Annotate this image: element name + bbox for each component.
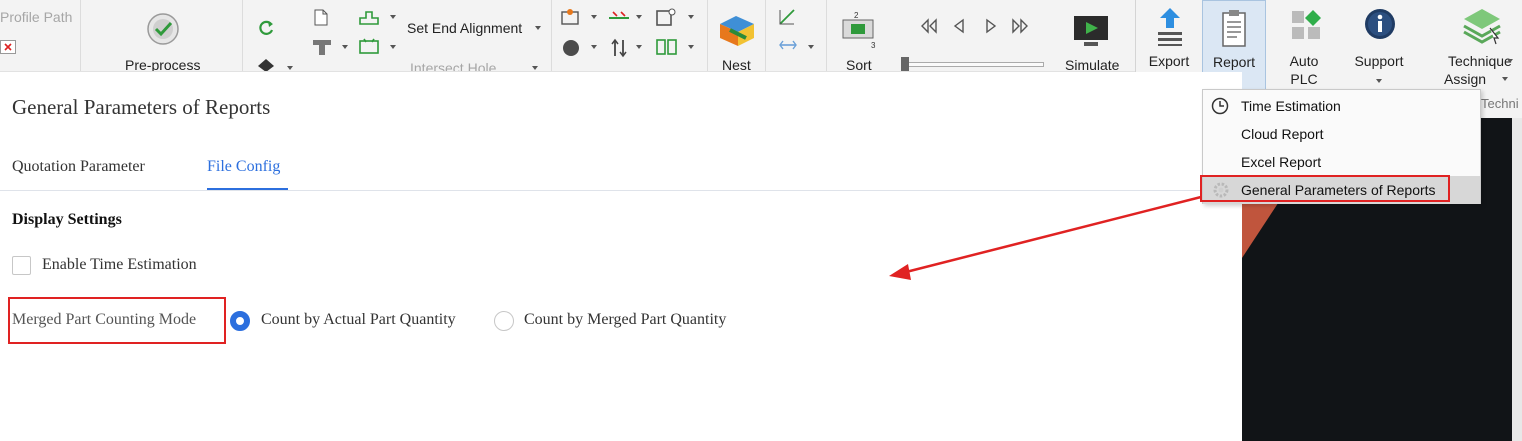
chevron-down-icon[interactable] — [688, 15, 694, 19]
measure-icon[interactable] — [778, 8, 796, 31]
technique-label-2: Assign — [1444, 71, 1487, 87]
array-icon[interactable] — [778, 38, 798, 57]
preprocess-button[interactable]: Pre-process — [125, 57, 200, 71]
refresh-icon[interactable] — [257, 19, 275, 42]
ribbon-separator — [707, 0, 708, 71]
radio-merged-part-quantity-label[interactable]: Count by Merged Part Quantity — [524, 311, 726, 329]
ribbon-separator — [826, 0, 827, 71]
active-tab-indicator — [207, 188, 288, 190]
chevron-down-icon[interactable] — [591, 45, 597, 49]
auto-plc-label-2: PLC — [1290, 71, 1318, 87]
ribbon-separator — [765, 0, 766, 71]
technique-assign-button[interactable]: Technique Assign — [1436, 0, 1522, 96]
menu-item-time-estimation[interactable]: Time Estimation — [1203, 92, 1480, 120]
info-icon — [1364, 8, 1396, 45]
delete-icon[interactable] — [0, 40, 16, 59]
chevron-down-icon[interactable] — [688, 45, 694, 49]
chevron-down-icon — [1502, 77, 1508, 81]
preprocess-icon[interactable] — [146, 12, 180, 51]
bridge-icon[interactable] — [608, 8, 630, 29]
ribbon-toolbar: Profile Path Pre-process Set End Alignme… — [0, 0, 1135, 72]
section-title: Display Settings — [12, 211, 122, 228]
tab-quotation-parameter[interactable]: Quotation Parameter — [12, 158, 145, 176]
annotation-highlight-box — [8, 297, 226, 344]
dialog-title: General Parameters of Reports — [12, 95, 271, 119]
set-end-alignment-button[interactable]: Set End Alignment — [407, 20, 522, 36]
rewind-icon[interactable] — [920, 18, 938, 39]
support-button[interactable]: Support — [1341, 0, 1417, 96]
chevron-down-icon[interactable] — [532, 66, 538, 70]
chevron-down-icon[interactable] — [342, 45, 348, 49]
chevron-down-icon[interactable] — [287, 66, 293, 70]
enable-time-estimation-checkbox[interactable] — [12, 256, 31, 275]
sort-icon[interactable]: 23 — [841, 10, 877, 55]
layers-icon — [1462, 6, 1502, 51]
menu-item-label: Excel Report — [1241, 154, 1322, 170]
svg-text:3: 3 — [871, 41, 876, 50]
chevron-down-icon[interactable] — [535, 26, 541, 30]
clipboard-icon — [1220, 8, 1248, 53]
simulate-button[interactable]: Simulate — [1065, 57, 1119, 71]
lead-in-icon[interactable] — [358, 8, 380, 31]
chevron-down-icon[interactable] — [808, 45, 814, 49]
simulation-slider[interactable] — [902, 62, 1044, 67]
radio-actual-part-quantity-label[interactable]: Count by Actual Part Quantity — [261, 311, 456, 329]
ribbon-separator — [80, 0, 81, 71]
square-icon[interactable] — [656, 8, 676, 31]
auto-plc-button[interactable]: Auto PLC — [1271, 0, 1337, 96]
common-edge-icon[interactable] — [656, 38, 678, 61]
clock-icon — [1211, 97, 1229, 120]
tab-file-config[interactable]: File Config — [207, 158, 280, 176]
nest-button[interactable]: Nest — [722, 57, 751, 71]
auto-plc-label-1: Auto — [1289, 53, 1319, 69]
plc-grid-icon — [1291, 10, 1321, 45]
page-icon[interactable] — [314, 9, 328, 31]
step-forward-icon[interactable] — [984, 18, 998, 39]
svg-text:2: 2 — [854, 11, 859, 20]
radio-merged-part-quantity[interactable] — [494, 311, 514, 331]
chevron-down-icon[interactable] — [591, 15, 597, 19]
direction-icon[interactable] — [610, 38, 628, 63]
slider-handle[interactable] — [901, 57, 909, 71]
technique-label-1: Technique — [1448, 53, 1512, 69]
report-label: Report — [1212, 54, 1256, 70]
sort-button[interactable]: Sort — [846, 57, 872, 71]
micro-joint-icon[interactable] — [358, 37, 380, 60]
circle-icon[interactable] — [561, 38, 581, 63]
chevron-down-icon[interactable] — [390, 15, 396, 19]
general-parameters-dialog: General Parameters of Reports Quotation … — [0, 72, 1242, 441]
support-label: Support — [1354, 53, 1404, 69]
cut-order-icon[interactable] — [561, 8, 581, 31]
radio-actual-part-quantity[interactable] — [230, 311, 250, 331]
chevron-down-icon[interactable] — [636, 15, 642, 19]
chevron-down-icon — [1507, 59, 1513, 63]
nest-icon[interactable] — [716, 10, 758, 55]
chevron-down-icon[interactable] — [636, 45, 642, 49]
menu-item-label: Cloud Report — [1241, 126, 1324, 142]
menu-item-excel-report[interactable]: Excel Report — [1203, 148, 1480, 176]
chevron-down-icon[interactable] — [390, 45, 396, 49]
profile-path-label[interactable]: Profile Path — [0, 9, 72, 25]
canvas-side-strip — [1512, 118, 1522, 441]
menu-item-cloud-report[interactable]: Cloud Report — [1203, 120, 1480, 148]
diamond-icon[interactable] — [257, 58, 275, 71]
t-shape-icon[interactable] — [312, 38, 332, 61]
ribbon-separator — [242, 0, 243, 71]
tab-divider — [0, 190, 1242, 191]
intersect-hole-button[interactable]: Intersect Hole — [410, 60, 496, 71]
simulate-icon[interactable] — [1072, 14, 1110, 53]
enable-time-estimation-label[interactable]: Enable Time Estimation — [42, 256, 197, 274]
ribbon-separator — [551, 0, 552, 71]
fast-forward-icon[interactable] — [1011, 18, 1029, 39]
export-label: Export — [1148, 53, 1190, 69]
technique-group-fragment: Techni — [1481, 96, 1519, 111]
export-icon — [1156, 6, 1184, 51]
annotation-highlight-box — [1200, 175, 1450, 202]
step-back-icon[interactable] — [952, 18, 966, 39]
menu-item-label: Time Estimation — [1241, 98, 1341, 114]
chevron-down-icon — [1376, 79, 1382, 83]
